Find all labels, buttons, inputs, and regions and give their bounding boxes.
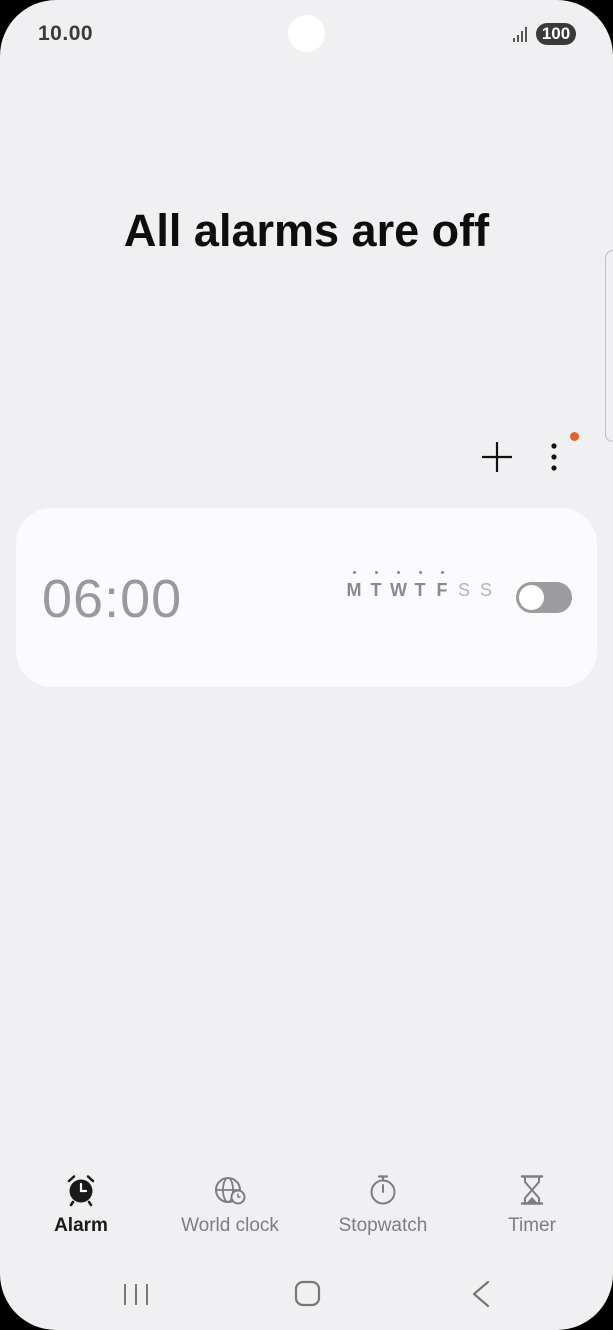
day-saturday: S (457, 580, 470, 600)
notification-dot (570, 432, 579, 441)
day-sunday: S (479, 580, 492, 600)
day-tuesday: T (368, 571, 384, 601)
front-camera (288, 15, 325, 52)
tab-label: Stopwatch (338, 1215, 428, 1236)
bottom-tab-bar: Alarm World clock Stopwatch Timer (0, 1168, 613, 1238)
tab-label: World clock (181, 1215, 279, 1236)
tab-world-clock[interactable]: World clock (155, 1168, 305, 1238)
day-wednesday: W (390, 571, 407, 601)
tab-alarm[interactable]: Alarm (6, 1168, 156, 1238)
tab-label: Timer (508, 1215, 556, 1236)
day-monday: M (346, 571, 362, 601)
alarm-time: 06:00 (42, 569, 183, 629)
globe-clock-icon (215, 1177, 246, 1205)
phone-screen: 10.00 100 All alarms are off 06:00 M T W… (0, 0, 613, 1330)
day-friday: F (434, 571, 450, 601)
alarm-card[interactable]: 06:00 M T W T F S S (16, 508, 597, 687)
tab-label: Alarm (54, 1215, 108, 1236)
tab-stopwatch[interactable]: Stopwatch (308, 1168, 458, 1238)
page-title: All alarms are off (123, 205, 490, 256)
alarm-toggle[interactable] (516, 582, 572, 613)
recent-apps-icon[interactable] (106, 1270, 166, 1320)
plus-icon[interactable] (478, 438, 516, 476)
stopwatch-icon (370, 1175, 396, 1205)
day-thursday: T (412, 571, 428, 601)
battery-indicator: 100 (536, 23, 576, 45)
alarm-clock-icon (67, 1175, 95, 1207)
hourglass-icon (520, 1175, 544, 1205)
status-time: 10.00 (38, 22, 94, 45)
signal-icon (513, 27, 527, 42)
more-vertical-icon[interactable] (540, 438, 568, 476)
toggle-knob (519, 585, 544, 610)
back-icon[interactable] (450, 1270, 510, 1320)
alarm-days: M T W T F S S (346, 571, 494, 601)
edge-panel-handle[interactable] (605, 250, 613, 442)
home-icon[interactable] (277, 1270, 337, 1320)
system-nav-bar (0, 1270, 613, 1320)
tab-timer[interactable]: Timer (457, 1168, 607, 1238)
